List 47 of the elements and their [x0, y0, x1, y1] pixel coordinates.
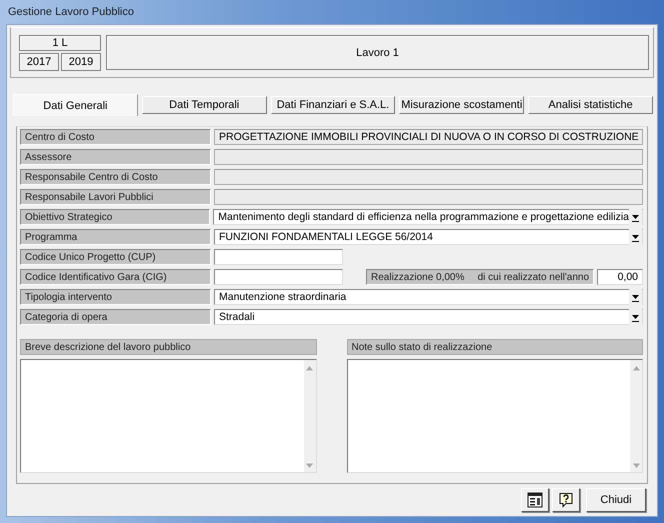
- realization-label: Realizzazione 0,00%: [371, 272, 464, 282]
- report-button[interactable]: [521, 488, 549, 512]
- dropdown[interactable]: Manutenzione straordinaria: [214, 289, 643, 305]
- realized-year-label: di cui realizzato nell'anno: [478, 272, 589, 282]
- tab[interactable]: Analisi statistiche: [528, 96, 653, 114]
- field-label: Codice Unico Progetto (CUP): [20, 249, 211, 265]
- field-label: Centro di Costo: [20, 129, 211, 145]
- year-label: 2017: [19, 53, 59, 71]
- field-label: Obiettivo Strategico: [20, 209, 210, 225]
- notes-header: Note sullo stato di realizzazione: [346, 339, 643, 355]
- dropdown-value: Mantenimento degli standard di efficienza nella programmazione e progettazione edilizia: [218, 211, 629, 223]
- dropdown[interactable]: FUNZIONI FONDAMENTALI LEGGE 56/2014: [214, 229, 643, 245]
- close-button[interactable]: Chiudi: [586, 488, 646, 512]
- field-label: Assessore: [20, 149, 211, 165]
- window-title: Gestione Lavoro Pubblico: [7, 6, 134, 18]
- help-icon: [558, 492, 574, 508]
- scrollbar[interactable]: [630, 360, 642, 472]
- year-label: 2019: [61, 53, 101, 71]
- tab[interactable]: Dati Generali: [13, 94, 138, 116]
- amount-field[interactable]: 0,00: [597, 269, 643, 285]
- report-icon: [527, 492, 543, 508]
- field-label: Responsabile Centro di Costo: [20, 169, 211, 185]
- scroll-down-icon: [632, 463, 640, 468]
- tab[interactable]: Dati Finanziari e S.A.L.: [270, 96, 396, 114]
- scroll-up-icon: [632, 366, 640, 371]
- field-label: Programma: [20, 229, 211, 245]
- scroll-down-icon: [306, 463, 313, 468]
- tab[interactable]: Dati Temporali: [142, 96, 267, 114]
- notes-header: Breve descrizione del lavoro pubblico: [20, 339, 316, 355]
- tab[interactable]: Misurazione scostamenti: [399, 96, 524, 114]
- help-button[interactable]: [552, 488, 580, 512]
- field-label: Categoria di opera: [20, 309, 211, 325]
- input-field[interactable]: [214, 249, 343, 265]
- scrollbar[interactable]: [304, 360, 316, 472]
- work-name-label: Lavoro 1: [106, 35, 649, 70]
- dropdown[interactable]: Stradali: [214, 309, 643, 325]
- readonly-field: PROGETTAZIONE IMMOBILI PROVINCIALI DI NUOVA O IN CORSO DI COSTRUZIONE: [214, 129, 643, 145]
- input-field[interactable]: [214, 269, 343, 285]
- dropdown-value: FUNZIONI FONDAMENTALI LEGGE 56/2014: [219, 231, 433, 243]
- dropdown-value: Stradali: [219, 311, 255, 323]
- dropdown-value: Manutenzione straordinaria: [219, 291, 346, 303]
- field-label: Responsabile Lavori Pubblici: [20, 189, 211, 205]
- field-label: Codice Identificativo Gara (CIG): [20, 269, 211, 285]
- code-label: 1 L: [19, 35, 101, 51]
- field-label: Tipologia intervento: [20, 289, 211, 305]
- scroll-up-icon: [306, 366, 313, 371]
- dropdown[interactable]: Mantenimento degli standard di efficienza nella programmazione e progettazione edilizia: [213, 209, 643, 225]
